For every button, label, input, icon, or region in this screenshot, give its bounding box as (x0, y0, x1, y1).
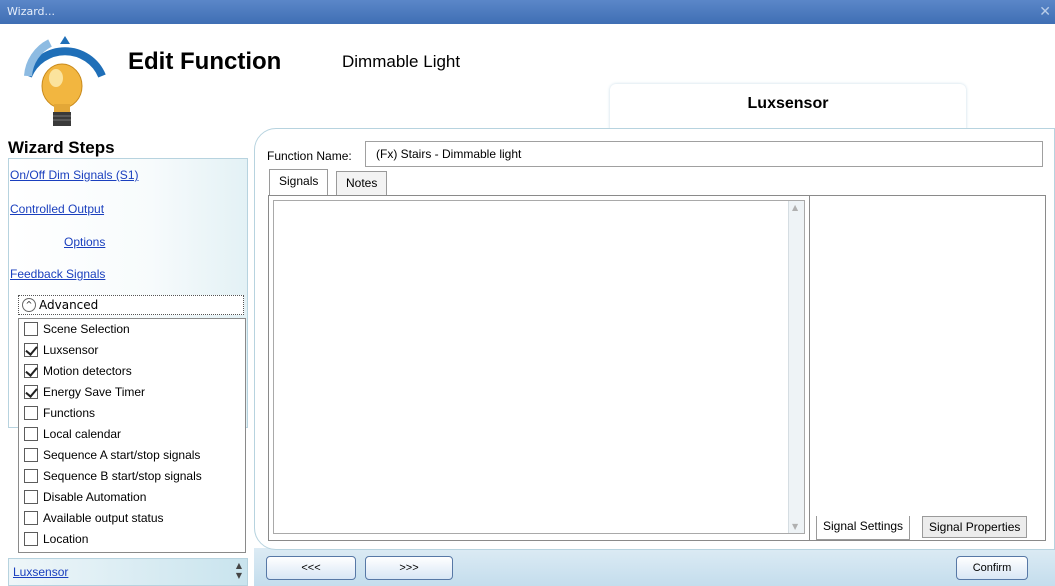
option-available-output-status[interactable]: Available output status (24, 508, 164, 528)
previous-button[interactable]: <<< (266, 556, 356, 580)
option-motion-detectors[interactable]: Motion detectors (24, 361, 132, 381)
signal-properties-panel: Signal Settings Signal Properties (809, 196, 1045, 540)
option-label: Functions (43, 406, 96, 420)
wizard-steps-title: Wizard Steps (8, 138, 115, 157)
option-label: Sequence B start/stop signals (43, 469, 202, 483)
page-title: Edit Function (128, 48, 282, 75)
window-titlebar: Wizard... ✕ (0, 0, 1055, 24)
checkbox[interactable] (24, 343, 38, 357)
checkbox[interactable] (24, 511, 38, 525)
step-link-on-off-dim-signals[interactable]: On/Off Dim Signals (S1) (10, 168, 138, 182)
option-luxsensor[interactable]: Luxsensor (24, 340, 98, 360)
option-local-calendar[interactable]: Local calendar (24, 424, 121, 444)
signals-list[interactable]: ▲ ▼ (273, 200, 805, 534)
step-link-feedback-signals[interactable]: Feedback Signals (10, 267, 105, 281)
window-title: Wizard... (7, 5, 56, 18)
function-name-label: Function Name: (267, 149, 352, 163)
option-functions[interactable]: Functions (24, 403, 95, 423)
option-location[interactable]: Location (24, 529, 88, 549)
close-icon[interactable]: ✕ (1039, 0, 1051, 24)
option-label: Local calendar (43, 427, 122, 441)
option-energy-save-timer[interactable]: Energy Save Timer (24, 382, 145, 402)
option-label: Location (43, 532, 89, 546)
confirm-button[interactable]: Confirm (956, 556, 1028, 580)
step-link-controlled-output[interactable]: Controlled Output (10, 202, 104, 216)
option-scene-selection[interactable]: Scene Selection (24, 319, 130, 339)
function-editor: Function Name: (Fx) Stairs - Dimmable li… (254, 128, 1055, 550)
advanced-toggle[interactable]: ^ Advanced (18, 295, 244, 315)
checkbox[interactable] (24, 385, 38, 399)
option-label: Scene Selection (43, 322, 130, 336)
tab-signals[interactable]: Signals (269, 169, 329, 196)
checkbox[interactable] (24, 448, 38, 462)
checkbox[interactable] (24, 532, 38, 546)
triangle-down-icon[interactable]: ▼ (234, 571, 244, 581)
next-button[interactable]: >>> (365, 556, 453, 580)
tab-signal-properties[interactable]: Signal Properties (922, 516, 1028, 538)
checkbox[interactable] (24, 490, 38, 504)
option-label: Sequence A start/stop signals (43, 448, 201, 462)
function-name-input[interactable]: (Fx) Stairs - Dimmable light (365, 141, 1043, 167)
option-sequence-a[interactable]: Sequence A start/stop signals (24, 445, 200, 465)
step-link-options[interactable]: Options (64, 235, 105, 249)
advanced-label: Advanced (39, 298, 99, 312)
tab-notes[interactable]: Notes (336, 171, 388, 195)
lightbulb-icon (24, 36, 106, 126)
page-subtitle: Dimmable Light (342, 52, 461, 71)
tab-signal-settings[interactable]: Signal Settings (816, 516, 911, 540)
option-label: Luxsensor (43, 343, 99, 357)
checkbox[interactable] (24, 469, 38, 483)
option-label: Available output status (43, 511, 164, 525)
option-label: Energy Save Timer (43, 385, 146, 399)
checkbox[interactable] (24, 427, 38, 441)
option-sequence-b[interactable]: Sequence B start/stop signals (24, 466, 202, 486)
current-step-bar: Luxsensor ▲ ▼ (8, 558, 248, 586)
chevron-up-icon: ^ (22, 298, 36, 312)
option-disable-automation[interactable]: Disable Automation (24, 487, 146, 507)
option-label: Motion detectors (43, 364, 132, 378)
option-label: Disable Automation (43, 490, 147, 504)
wizard-steps-panel: Wizard Steps On/Off Dim Signals (S1) Con… (0, 138, 250, 586)
header: Edit Function Dimmable Light Luxsensor (0, 24, 1055, 138)
step-link-luxsensor[interactable]: Luxsensor (13, 565, 68, 579)
vertical-scrollbar[interactable]: ▲ ▼ (788, 201, 804, 533)
advanced-options-list: Scene Selection Luxsensor Motion detecto… (18, 318, 246, 553)
checkbox[interactable] (24, 406, 38, 420)
tab-content: ▲ ▼ Signal Settings Signal Properties (268, 195, 1046, 541)
current-step-tab: Luxsensor (610, 84, 966, 130)
triangle-up-icon[interactable]: ▲ (234, 561, 244, 571)
scroll-down-icon[interactable]: ▼ (792, 522, 798, 531)
checkbox[interactable] (24, 322, 38, 336)
scroll-up-icon[interactable]: ▲ (792, 203, 798, 212)
step-spinner[interactable]: ▲ ▼ (234, 561, 244, 581)
checkbox[interactable] (24, 364, 38, 378)
